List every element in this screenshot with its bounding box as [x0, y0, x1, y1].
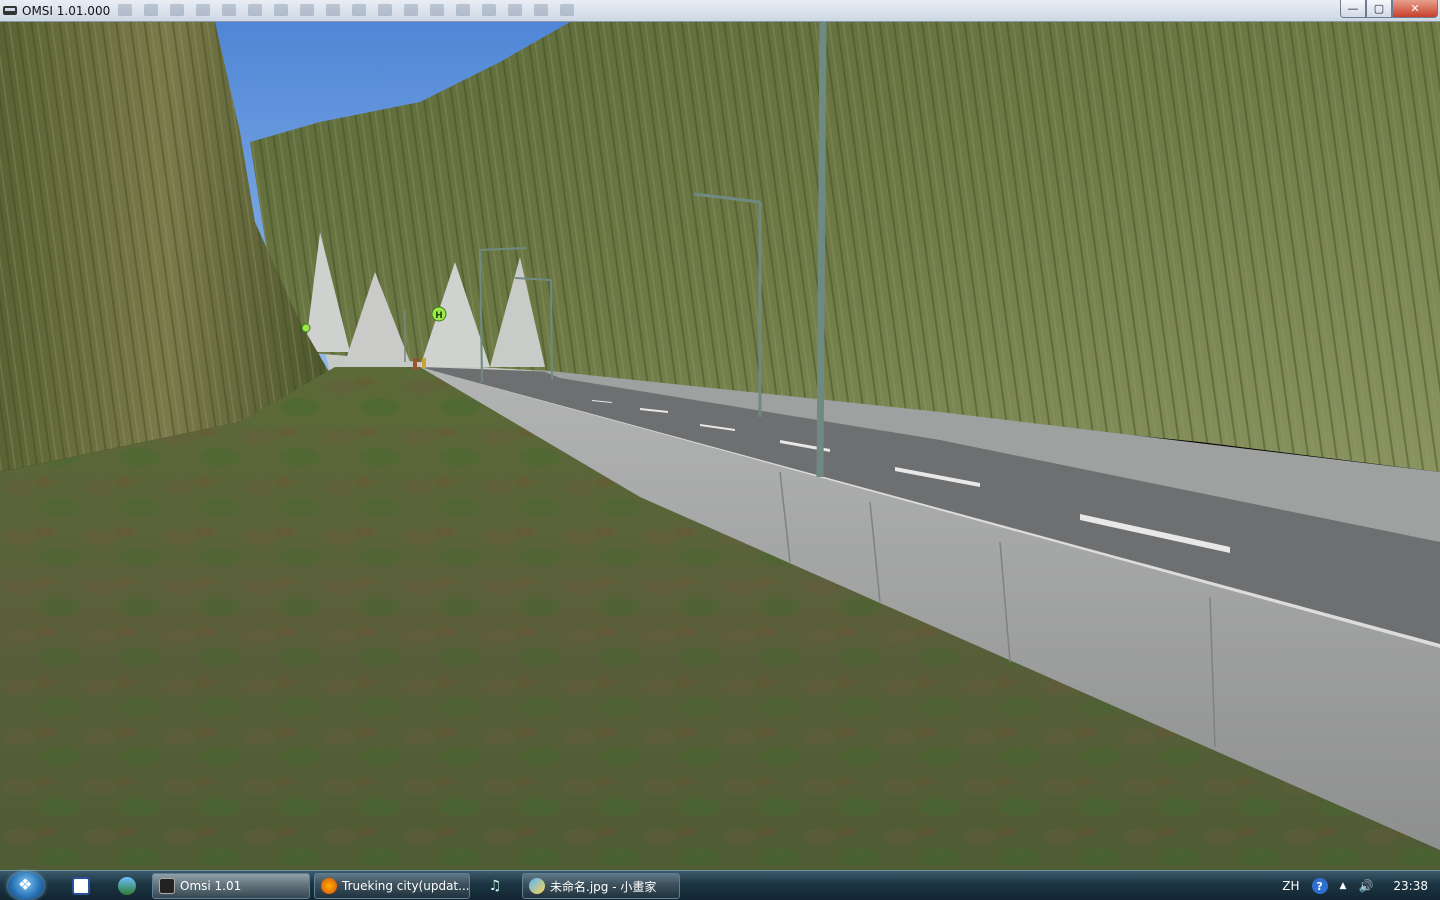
stop-marker[interactable] [301, 323, 311, 333]
taskbar-item-label: Omsi 1.01 [180, 879, 242, 893]
taskbar-item-paint[interactable]: 未命名.jpg - 小畫家 [522, 873, 680, 899]
calendar-icon[interactable] [72, 877, 90, 895]
bus-stop-label: H [435, 311, 443, 321]
scene-svg: H [0, 22, 1440, 870]
window-controls: — ▢ ✕ [1340, 0, 1438, 18]
title-bar: OMSI 1.01.000 — ▢ ✕ [0, 0, 1440, 22]
taskbar-item-label: Trueking city(updat... [342, 879, 470, 893]
omsi-icon [159, 878, 175, 894]
volume-icon[interactable]: 🔊 [1358, 879, 1373, 893]
window-title: OMSI 1.01.000 [22, 3, 111, 18]
game-viewport[interactable]: H [0, 22, 1440, 870]
paint-icon [529, 878, 545, 894]
taskbar-item-firefox[interactable]: Trueking city(updat... [314, 873, 470, 899]
media-player-icon[interactable]: ♫ [480, 875, 510, 897]
ghost-toolbar [118, 4, 574, 16]
help-icon[interactable]: ? [1311, 878, 1328, 894]
taskbar-item-omsi[interactable]: Omsi 1.01 [152, 873, 310, 899]
minimize-button[interactable]: — [1340, 0, 1366, 18]
network-icon[interactable] [118, 877, 136, 895]
start-button[interactable] [8, 872, 44, 900]
clock[interactable]: 23:38 [1393, 879, 1428, 893]
close-button[interactable]: ✕ [1392, 0, 1438, 18]
taskbar-item-label: 未命名.jpg - 小畫家 [550, 879, 657, 894]
show-hidden-icons[interactable]: ▲ [1340, 881, 1347, 891]
maximize-button[interactable]: ▢ [1366, 0, 1392, 18]
taskbar: Omsi 1.01 Trueking city(updat... ♫ 未命名.j… [0, 870, 1440, 900]
language-indicator[interactable]: ZH [1282, 879, 1299, 893]
distant-person [422, 358, 426, 368]
firefox-icon [321, 878, 337, 894]
distant-person [413, 358, 417, 370]
omsi-app-icon [2, 4, 18, 18]
system-tray: ZH ? ▲ 🔊 23:38 [1276, 871, 1440, 900]
